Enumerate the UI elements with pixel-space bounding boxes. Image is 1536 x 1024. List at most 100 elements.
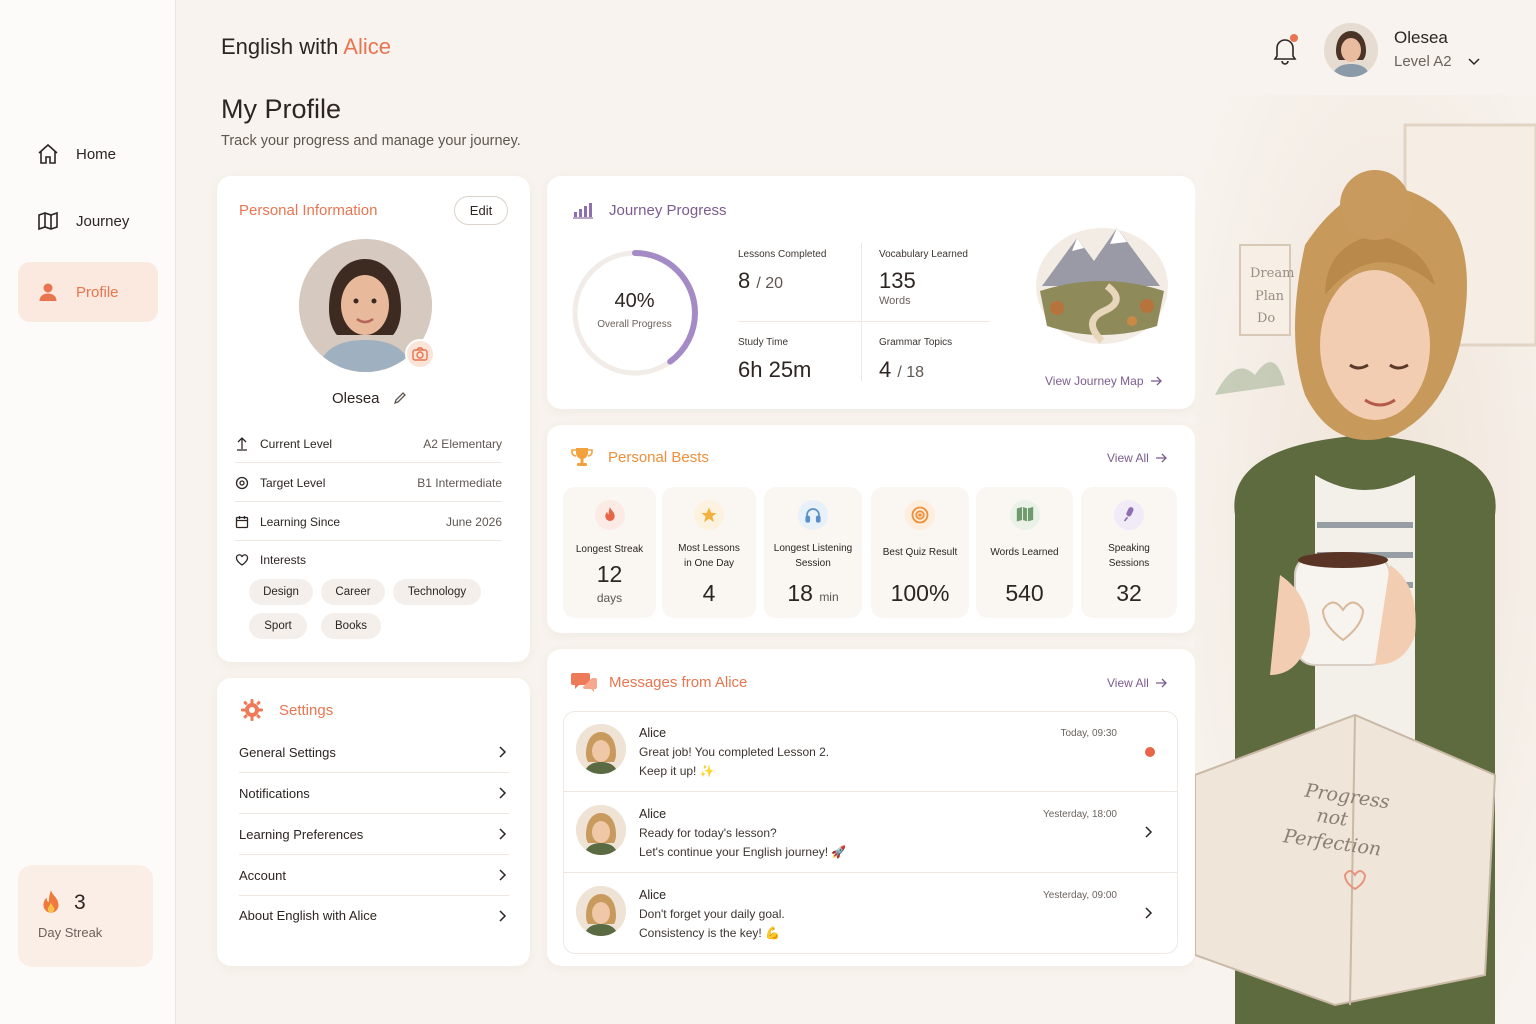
interest-chip-technology[interactable]: Technology [393,579,481,605]
personal-bests-title: Personal Bests [608,449,709,466]
lessons-count: 8 [738,268,751,293]
page-subtitle: Track your progress and manage your jour… [221,133,521,149]
best-value: 100% [890,580,950,606]
chevron-right-icon [499,869,507,881]
current-level-label: Current Level [260,436,333,451]
chevron-right-icon[interactable] [1141,825,1155,839]
message-time: Yesterday, 09:00 [1043,890,1117,901]
settings-notifications[interactable]: Notifications [239,773,509,814]
settings-general-label: General Settings [239,744,336,760]
alice-avatar [576,886,626,936]
chevron-right-icon [499,828,507,840]
arrow-right-icon [1155,453,1167,463]
settings-about[interactable]: About English with Alice [239,895,509,936]
best-unit: days [596,591,623,605]
message-text-2: Let's continue your English journey! 🚀 [639,845,847,859]
settings-general[interactable]: General Settings [239,732,509,773]
interest-chip-books[interactable]: Books [321,613,381,639]
best-unit: min [819,590,839,604]
message-item[interactable]: Alice Great job! You completed Lesson 2.… [564,712,1177,792]
grammar-label: Grammar Topics [879,337,953,348]
message-sender: Alice [639,726,667,740]
messages-title: Messages from Alice [609,674,748,691]
best-longest-listening[interactable]: Longest Listening Session 18 min [764,487,862,618]
nav-journey-label: Journey [76,212,130,230]
user-name[interactable]: Olesea [1394,28,1448,48]
camera-icon [412,347,428,361]
vocab-label: Vocabulary Learned [879,249,968,260]
nav-home[interactable]: Home [18,124,158,184]
best-longest-streak[interactable]: Longest Streak 12 days [563,487,656,618]
learning-since-row: Learning Since June 2026 [235,503,502,541]
message-text: Great job! You completed Lesson 2. [639,745,830,759]
day-streak-card: 3 Day Streak [18,865,153,967]
streak-value: 3 [74,891,86,914]
learning-since-label: Learning Since [260,514,341,529]
chart-icon [573,203,593,219]
chevron-right-icon[interactable] [1141,906,1155,920]
message-time: Today, 09:30 [1060,728,1117,739]
best-speaking-sessions[interactable]: Speaking Sessions 32 [1081,487,1177,618]
best-label: Words Learned [990,547,1059,558]
sidebar: Home Journey Profile 3 Day Streak [0,0,176,1024]
pencil-icon[interactable] [393,391,407,405]
interest-chip-sport[interactable]: Sport [249,613,307,639]
lessons-total: / 20 [756,275,784,292]
best-value: 12 [596,561,623,587]
edit-button[interactable]: Edit [454,196,508,225]
interest-chip-design[interactable]: Design [249,579,313,605]
arrow-right-icon [1155,678,1167,688]
best-quiz-result[interactable]: Best Quiz Result 100% [871,487,969,618]
notifications-button[interactable] [1270,34,1300,66]
settings-learning-preferences[interactable]: Learning Preferences [239,814,509,855]
poster-text-2: Plan [1255,289,1285,304]
nav-profile[interactable]: Profile [18,262,158,322]
vocab-unit: Words [879,295,911,307]
settings-learning-preferences-label: Learning Preferences [239,826,364,842]
chevron-right-icon [499,909,507,922]
target-icon [905,500,935,530]
book-text-2: not [1315,805,1349,831]
message-text-2: Keep it up! ✨ [639,764,715,778]
notification-dot [1290,34,1298,42]
target-level-label: Target Level [260,475,326,490]
message-item[interactable]: Alice Don't forget your daily goal. Cons… [564,874,1177,954]
alice-illustration: Dream Plan Do Progress not Perfection [1195,95,1536,1024]
nav-profile-label: Profile [76,283,119,301]
stats-divider-vertical [861,243,862,381]
chevron-down-icon[interactable] [1466,53,1482,69]
settings-account[interactable]: Account [239,855,509,896]
progress-label: Overall Progress [597,319,672,330]
view-journey-map-link[interactable]: View Journey Map [1045,374,1162,388]
lessons-label: Lessons Completed [738,249,827,260]
flame-icon [43,890,59,913]
journey-progress-title: Journey Progress [609,202,727,219]
best-label: Speaking [1108,543,1150,554]
message-item[interactable]: Alice Ready for today's lesson? Let's co… [564,793,1177,873]
brand-title: English with Alice [221,34,391,60]
message-sender: Alice [639,888,667,902]
alice-avatar [576,724,626,774]
current-level-row: Current Level A2 Elementary [235,425,502,463]
interest-chip-career[interactable]: Career [321,579,385,605]
lessons-value: 8 / 20 [738,268,783,294]
best-label: Longest Listening [773,543,853,554]
best-value: 18 [787,580,813,606]
user-avatar[interactable] [1324,23,1378,77]
streak-label: Day Streak [38,925,103,940]
nav-journey[interactable]: Journey [18,191,158,251]
chevron-right-icon [499,787,507,799]
change-photo-button[interactable] [405,339,435,369]
best-words-learned[interactable]: Words Learned 540 [976,487,1073,618]
settings-title: Settings [279,702,334,719]
message-sender: Alice [639,807,667,821]
settings-about-label: About English with Alice [239,908,378,923]
stats-divider [738,321,990,322]
calendar-icon [235,515,249,528]
personal-bests-view-all[interactable]: View All [1107,451,1167,465]
grammar-value: 4 / 18 [879,357,924,383]
personal-bests-view-all-label: View All [1107,451,1149,465]
study-label: Study Time [738,337,789,348]
messages-view-all[interactable]: View All [1107,676,1167,690]
best-most-lessons[interactable]: Most Lessons in One Day 4 [662,487,756,618]
